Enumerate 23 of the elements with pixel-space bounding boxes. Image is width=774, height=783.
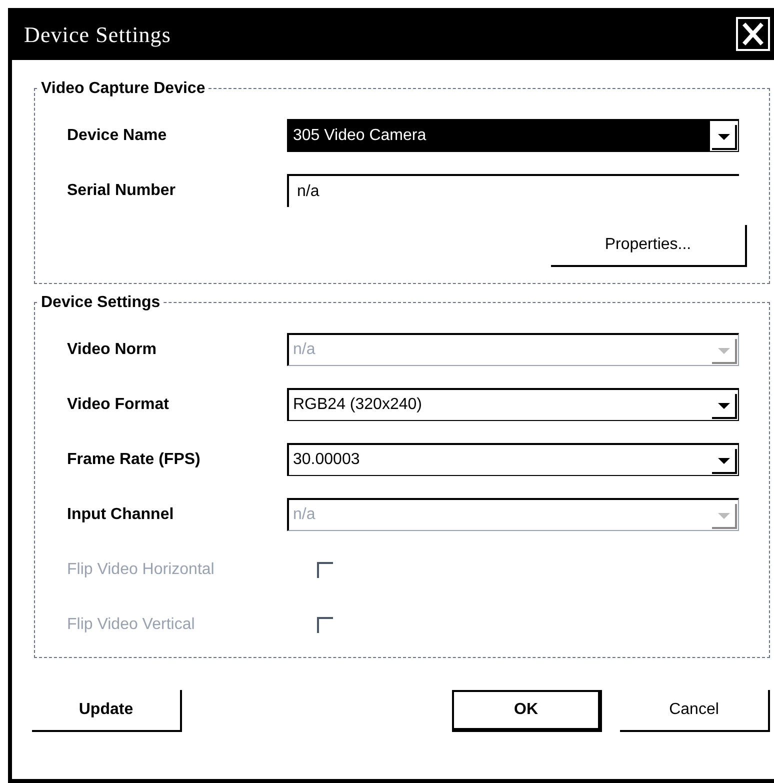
window-title: Device Settings [24,20,171,49]
dialog-button[interactable]: OK [452,690,602,732]
dropdown[interactable]: 305 Video Camera [287,119,739,152]
close-icon[interactable] [736,17,770,51]
dropdown-value: 305 Video Camera [289,121,710,151]
dropdown[interactable]: RGB24 (320x240) [287,388,739,421]
field-label: Flip Video Horizontal [67,560,216,580]
field-label: Video Format [67,394,170,414]
dialog-button[interactable]: Cancel [620,690,770,732]
dropdown-value: RGB24 (320x240) [292,395,423,415]
dropdown-value: n/a [292,340,316,360]
field-label: Frame Rate (FPS) [67,450,202,470]
properties-button[interactable]: Properties... [551,225,747,267]
dropdown[interactable]: 30.00003 [287,443,739,476]
field-label: Flip Video Vertical [67,614,196,634]
field-label: Input Channel [67,504,175,524]
input-field[interactable]: n/a [287,174,739,207]
field-label: Device Name [67,126,168,146]
field-label: Video Norm [67,340,158,360]
dialog-button[interactable]: Update [32,690,182,732]
dropdown-value: 30.00003 [292,450,361,470]
field-label: Serial Number [67,180,176,200]
dropdown-value: n/a [292,505,316,525]
